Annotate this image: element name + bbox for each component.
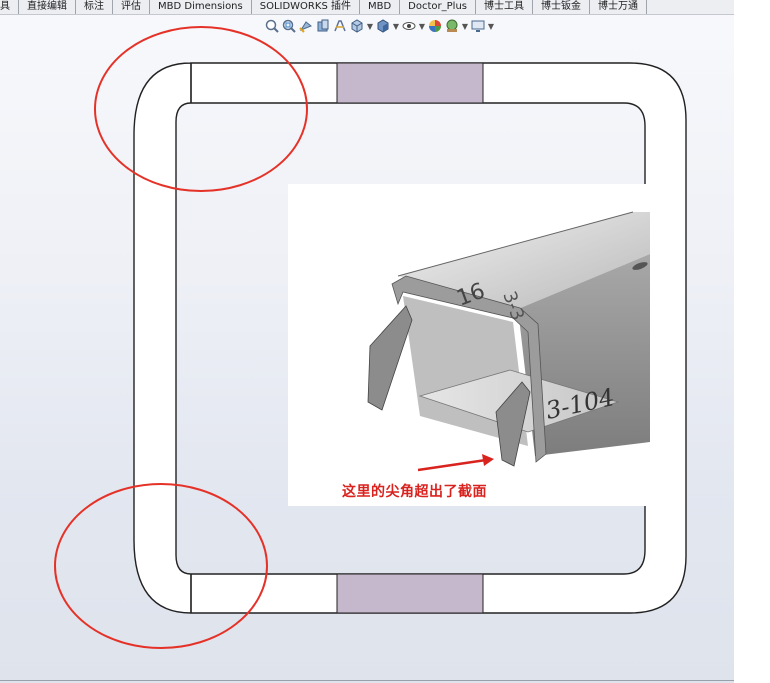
annotation-text: 这里的尖角超出了截面 <box>342 484 487 500</box>
section-highlight-bottom <box>336 573 484 614</box>
sharp-corner-flange-left <box>367 305 413 411</box>
pointer-arrow <box>417 458 487 472</box>
section-highlight-top <box>336 62 484 104</box>
detail-inset-image: 16 3-3 3-104 <box>288 184 650 506</box>
callout-circle-top <box>94 26 308 192</box>
pointer-arrow-head <box>482 454 494 466</box>
right-margin <box>734 0 770 683</box>
channel-3d-render: 16 3-3 3-104 <box>367 211 650 472</box>
